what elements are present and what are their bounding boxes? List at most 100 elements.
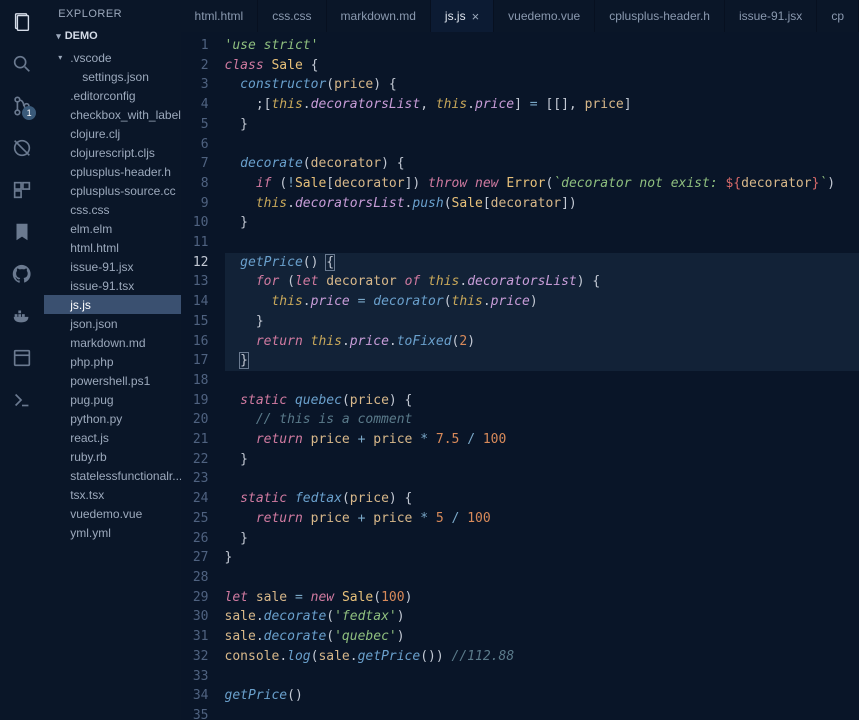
code-line[interactable]: constructor(price) {	[225, 75, 859, 95]
folder-name: DEMO	[65, 30, 98, 42]
code-line[interactable]: console.log(sale.getPrice()) //112.88	[225, 647, 859, 667]
file-tree-item[interactable]: clojure.clj	[44, 124, 180, 143]
file-tree-item[interactable]: python.py	[44, 409, 180, 428]
code-line[interactable]: }	[225, 312, 859, 332]
code-line[interactable]: }	[225, 213, 859, 233]
code-line[interactable]: 'use strict'	[225, 36, 859, 56]
file-tree-item[interactable]: js.js	[44, 295, 180, 314]
file-tree-item[interactable]: cplusplus-source.cc	[44, 181, 180, 200]
code-line[interactable]: return price + price * 5 / 100	[225, 509, 859, 529]
code-line[interactable]	[225, 135, 859, 155]
code-line[interactable]: getPrice() {	[225, 253, 859, 273]
file-tree-item[interactable]: react.js	[44, 428, 180, 447]
code-line[interactable]	[225, 469, 859, 489]
code-line[interactable]: this.decoratorsList.push(Sale[decorator]…	[225, 194, 859, 214]
code-line[interactable]: getPrice()	[225, 686, 859, 706]
file-tree-item[interactable]: php.php	[44, 352, 180, 371]
code-line[interactable]: }	[225, 450, 859, 470]
file-tree-label: tsx.tsx	[70, 488, 104, 502]
code-line[interactable]: for (let decorator of this.decoratorsLis…	[225, 272, 859, 292]
editor-tab[interactable]: js.js×	[431, 0, 494, 32]
file-tree-item[interactable]: statelessfunctionalr...	[44, 466, 180, 485]
file-tree-item[interactable]: checkbox_with_label...	[44, 105, 180, 124]
code-line[interactable]: return this.price.toFixed(2)	[225, 332, 859, 352]
code-editor[interactable]: 1234567891011121314151617181920212223242…	[181, 32, 859, 720]
file-tree-item[interactable]: pug.pug	[44, 390, 180, 409]
code-line[interactable]	[225, 706, 859, 720]
file-tree-label: statelessfunctionalr...	[70, 469, 180, 483]
line-number: 27	[181, 548, 209, 568]
file-tree-item[interactable]: json.json	[44, 314, 180, 333]
code-line[interactable]: decorate(decorator) {	[225, 154, 859, 174]
file-tree-item[interactable]: ▾.vscode	[44, 48, 180, 67]
close-icon[interactable]: ×	[472, 9, 480, 24]
code-line[interactable]: }	[225, 548, 859, 568]
code-line[interactable]: static quebec(price) {	[225, 391, 859, 411]
editor-tab[interactable]: cplusplus-header.h	[595, 0, 725, 32]
file-tree-item[interactable]: ruby.rb	[44, 447, 180, 466]
code-line[interactable]: sale.decorate('quebec')	[225, 627, 859, 647]
search-icon[interactable]	[10, 52, 34, 76]
file-tree-item[interactable]: html.html	[44, 238, 180, 257]
code-line[interactable]	[225, 568, 859, 588]
code-line[interactable]: let sale = new Sale(100)	[225, 588, 859, 608]
terminal-icon[interactable]	[10, 388, 34, 412]
code-line[interactable]: sale.decorate('fedtax')	[225, 607, 859, 627]
file-tree-item[interactable]: markdown.md	[44, 333, 180, 352]
code-line[interactable]: ;[this.decoratorsList, this.price] = [[]…	[225, 95, 859, 115]
folder-header[interactable]: ▾ DEMO	[44, 26, 180, 46]
code-line[interactable]	[225, 233, 859, 253]
file-tree-item[interactable]: tsx.tsx	[44, 485, 180, 504]
code-line[interactable]: }	[225, 529, 859, 549]
code-line[interactable]: this.price = decorator(this.price)	[225, 292, 859, 312]
docker-icon[interactable]	[10, 304, 34, 328]
editor-tab[interactable]: cp	[817, 0, 859, 32]
bookmark-icon[interactable]	[10, 220, 34, 244]
file-tree-item[interactable]: elm.elm	[44, 219, 180, 238]
extensions-icon[interactable]	[10, 178, 34, 202]
line-number: 7	[181, 154, 209, 174]
file-tree-item[interactable]: issue-91.tsx	[44, 276, 180, 295]
github-icon[interactable]	[10, 262, 34, 286]
code-line[interactable]: class Sale {	[225, 56, 859, 76]
debug-icon[interactable]	[10, 136, 34, 160]
line-number: 6	[181, 135, 209, 155]
code-line[interactable]: // this is a comment	[225, 410, 859, 430]
code-content[interactable]: 'use strict'class Sale { constructor(pri…	[225, 36, 859, 720]
file-tree-item[interactable]: issue-91.jsx	[44, 257, 180, 276]
file-tree-label: vuedemo.vue	[70, 507, 142, 521]
line-number: 25	[181, 509, 209, 529]
source-control-badge: 1	[22, 106, 36, 120]
source-control-icon[interactable]: 1	[10, 94, 34, 118]
file-tree-item[interactable]: settings.json	[44, 67, 180, 86]
editor-tab[interactable]: issue-91.jsx	[725, 0, 817, 32]
code-line[interactable]: return price + price * 7.5 / 100	[225, 430, 859, 450]
code-line[interactable]: }	[225, 351, 859, 371]
file-tree-item[interactable]: css.css	[44, 200, 180, 219]
line-number: 35	[181, 706, 209, 720]
tab-label: css.css	[272, 9, 311, 23]
line-number: 31	[181, 627, 209, 647]
file-tree-item[interactable]: powershell.ps1	[44, 371, 180, 390]
output-icon[interactable]	[10, 346, 34, 370]
line-number: 12	[181, 253, 209, 273]
explorer-icon[interactable]	[10, 10, 34, 34]
code-line[interactable]	[225, 371, 859, 391]
line-number: 23	[181, 469, 209, 489]
editor-tab[interactable]: html.html	[181, 0, 259, 32]
file-tree-label: .vscode	[70, 51, 111, 65]
line-number: 1	[181, 36, 209, 56]
line-number: 3	[181, 75, 209, 95]
editor-tab[interactable]: css.css	[258, 0, 326, 32]
file-tree-item[interactable]: yml.yml	[44, 523, 180, 542]
code-line[interactable]: }	[225, 115, 859, 135]
editor-tab[interactable]: markdown.md	[327, 0, 431, 32]
file-tree-item[interactable]: clojurescript.cljs	[44, 143, 180, 162]
code-line[interactable]	[225, 667, 859, 687]
file-tree-item[interactable]: vuedemo.vue	[44, 504, 180, 523]
code-line[interactable]: static fedtax(price) {	[225, 489, 859, 509]
code-line[interactable]: if (!Sale[decorator]) throw new Error(`d…	[225, 174, 859, 194]
editor-tab[interactable]: vuedemo.vue	[494, 0, 595, 32]
file-tree-item[interactable]: cplusplus-header.h	[44, 162, 180, 181]
file-tree-item[interactable]: .editorconfig	[44, 86, 180, 105]
